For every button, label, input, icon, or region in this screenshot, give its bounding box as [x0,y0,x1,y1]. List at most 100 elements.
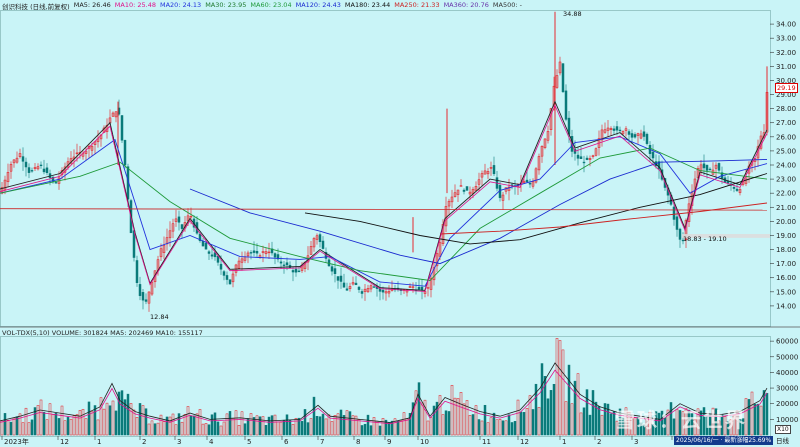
volume-bar [366,414,370,436]
low-marker: 12.84 [150,313,169,321]
volume-bar [567,364,571,436]
candle-body [21,156,25,162]
candle-body [204,243,208,250]
candle-body [420,286,424,291]
volume-bar [180,421,184,436]
volume-bar [279,421,283,436]
ma180-label: MA180: 23.44 [344,1,391,9]
candle-body [138,284,142,296]
volume-bar [225,413,229,436]
volume-bar [3,413,7,436]
volume-bar [312,396,316,436]
volume-bar [252,417,256,436]
candle-body [735,188,739,191]
ma-line-ma60 [0,147,768,281]
volume-bar [582,407,586,436]
volume-bar [525,408,529,436]
volume-bar [207,424,211,436]
volume-bar [303,409,307,436]
candle-body [582,161,586,164]
candle-body [642,131,646,137]
ma250-label: MA250: 21.33 [394,1,440,9]
ma10-label: MA10: 25.48 [114,1,156,9]
candle-body [123,140,127,166]
volume-bar [507,414,511,436]
candle-body [144,299,148,302]
candle-body [210,254,214,257]
candle-body [675,216,679,230]
price-tick-label: 34.00 [776,21,796,29]
volume-bar [531,409,535,436]
grid [0,10,800,437]
candle-body [339,275,343,282]
volume-bar [588,414,592,436]
candle-body [282,264,286,266]
volume-bar [510,422,514,436]
volume-bar [213,412,217,436]
volume-bar [90,411,94,436]
candle-body [630,133,634,138]
price-legend: 创识科技 (日线,前复权) MA5: 26.46 MA10: 25.48 MA2… [2,1,522,11]
volume-bar [306,422,310,436]
volume-bar [405,418,409,436]
candle-body [321,240,325,249]
price-tick-label: 27.00 [776,119,796,127]
candle-body [612,128,616,131]
volume-bar [219,425,223,436]
x-tick-label: 2 [597,438,601,446]
volume-bar [57,418,61,436]
candle-body [492,165,496,175]
range-marker: 18.83 - 19.10 [683,235,727,243]
price-tick-label: 32.00 [776,49,796,57]
candle-body [273,253,277,258]
volume-bar [552,383,556,436]
volume-bar [162,421,166,436]
volume-bar [276,421,280,436]
volume-tick-label: 30000 [776,385,798,393]
volume-bar [330,421,334,436]
volume-bar [192,415,196,436]
period-label: 日线 [776,437,789,445]
volume-bar [450,384,454,436]
volume-bar [345,410,349,436]
price-tick-label: 18.00 [776,246,796,254]
volume-bar [378,425,382,436]
volume-bar [42,411,46,436]
volume-bar [522,412,526,436]
candle-body [357,286,361,290]
volume-bar [591,390,595,436]
volume-bar [324,418,328,436]
volume-bar [48,403,52,436]
volume-bar [186,406,190,436]
candle-body [297,270,301,272]
volume-bar [402,412,406,436]
candle-body [333,268,337,274]
volume-bar [237,425,241,436]
price-tick-label: 24.00 [776,162,796,170]
volume-bar [45,419,49,436]
volume-bar [756,403,760,436]
volume-bar [24,407,28,436]
price-tick-label: 28.00 [776,105,796,113]
volume-bar [489,417,493,436]
x-tick-label: 4 [209,438,214,446]
candle-body [39,164,43,167]
candle-body [336,276,340,281]
volume-bar [495,419,499,436]
ma-line-ma10 [0,104,768,292]
date-box: 2025/06/16/一 · 最新涨幅25.69% [674,436,774,445]
volume-bar [234,410,238,436]
volume-bar [555,338,559,436]
candle-body [219,263,223,270]
candle-body [585,157,589,160]
volume-bar [372,417,376,436]
candle-body [645,133,649,144]
price-tick-label: 21.00 [776,204,796,212]
volume-bar [501,420,505,436]
candle-body [417,286,421,290]
volume-bar [339,409,343,436]
ma20-label: MA20: 24.13 [159,1,202,9]
x-tick-label: 12 [520,438,529,446]
x-tick-label: 11 [482,438,491,446]
volume-bar [168,416,172,436]
